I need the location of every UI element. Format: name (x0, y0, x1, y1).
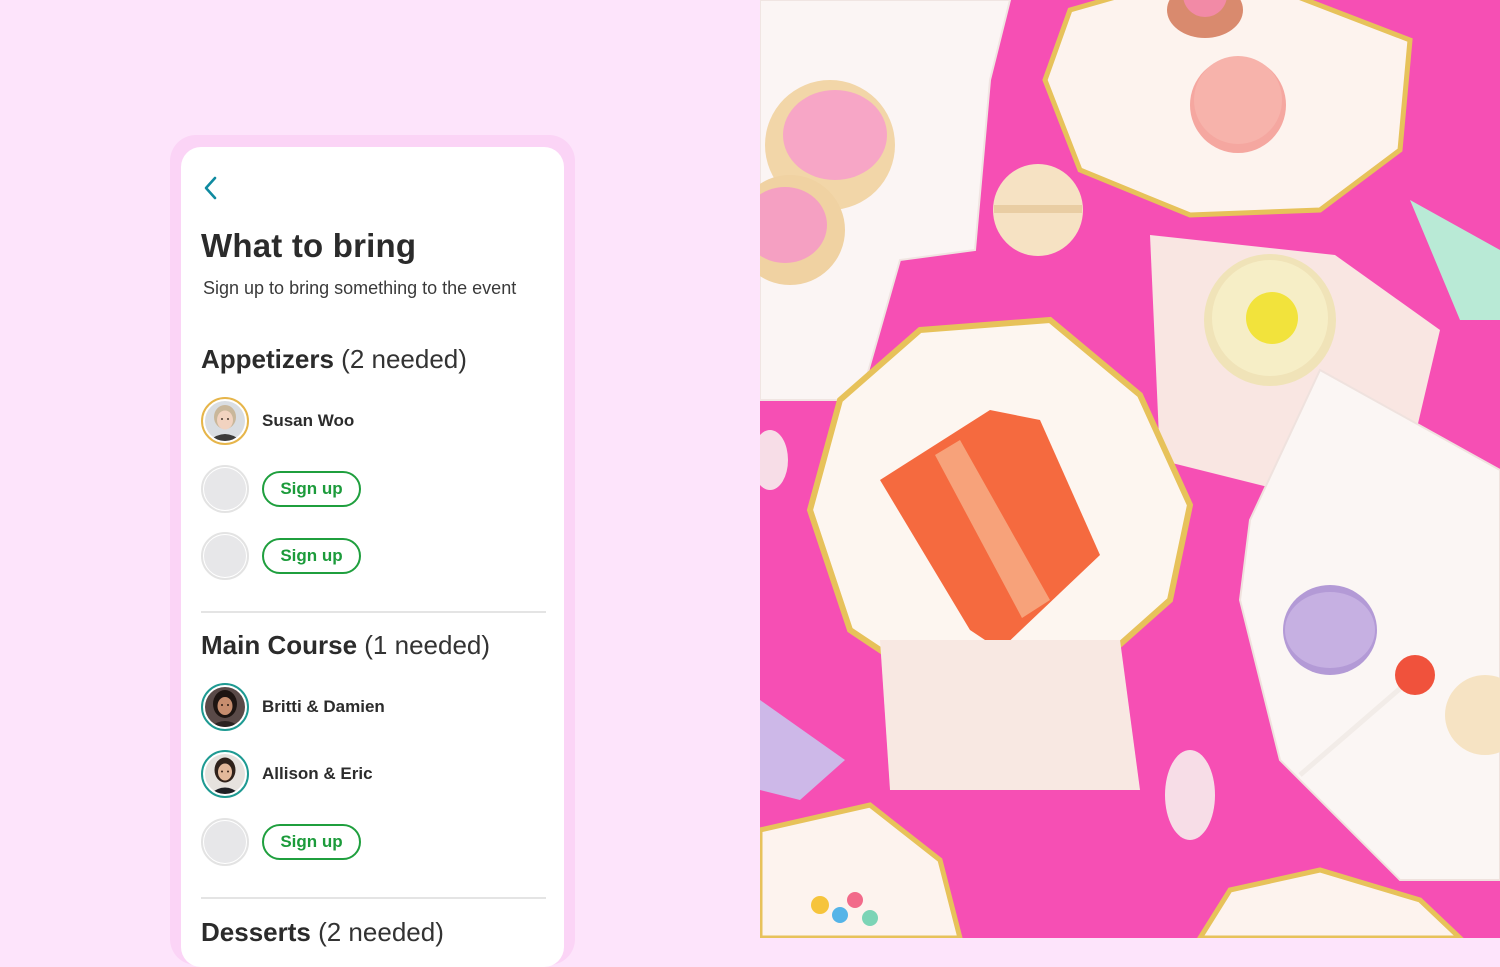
list-item-open-slot: Sign up (201, 816, 546, 868)
avatar-photo (205, 754, 245, 794)
section-title-appetizers: Appetizers (2 needed) (201, 344, 467, 375)
section-divider (201, 897, 546, 899)
person-name: Susan Woo (262, 411, 355, 430)
avatar (201, 683, 249, 731)
list-item-allison-eric: Allison & Eric (201, 748, 546, 800)
empty-avatar (201, 465, 249, 513)
section-count: (2 needed) (318, 917, 444, 947)
chevron-left-icon (204, 176, 217, 200)
section-count: (2 needed) (341, 344, 467, 374)
sign-up-button[interactable]: Sign up (262, 824, 361, 860)
sign-up-button[interactable]: Sign up (262, 538, 361, 574)
avatar (201, 750, 249, 798)
list-item-britti-damien: Britti & Damien (201, 681, 546, 733)
empty-avatar (201, 818, 249, 866)
section-title-desserts: Desserts (2 needed) (201, 917, 444, 948)
page-subtitle: Sign up to bring something to the event (203, 278, 517, 298)
section-title-main-course: Main Course (1 needed) (201, 630, 490, 661)
sign-up-button[interactable]: Sign up (262, 471, 361, 507)
avatar-photo (205, 687, 245, 727)
what-to-bring-card: What to bring Sign up to bring something… (181, 147, 564, 967)
list-item-open-slot: Sign up (201, 530, 546, 582)
section-name: Desserts (201, 917, 311, 947)
section-count: (1 needed) (364, 630, 491, 660)
list-item-open-slot: Sign up (201, 463, 546, 515)
section-name: Main Course (201, 630, 358, 660)
party-photo (760, 0, 1500, 938)
avatar-photo (205, 401, 245, 441)
section-divider (201, 611, 546, 613)
empty-avatar (201, 532, 249, 580)
person-name: Allison & Eric (262, 764, 373, 783)
list-item-susan-woo: Susan Woo (201, 395, 546, 447)
avatar (201, 397, 249, 445)
party-photo-illustration (760, 0, 1500, 938)
section-name: Appetizers (201, 344, 334, 374)
page-title: What to bring (201, 227, 417, 264)
back-button[interactable] (201, 175, 221, 201)
person-name: Britti & Damien (262, 697, 385, 716)
